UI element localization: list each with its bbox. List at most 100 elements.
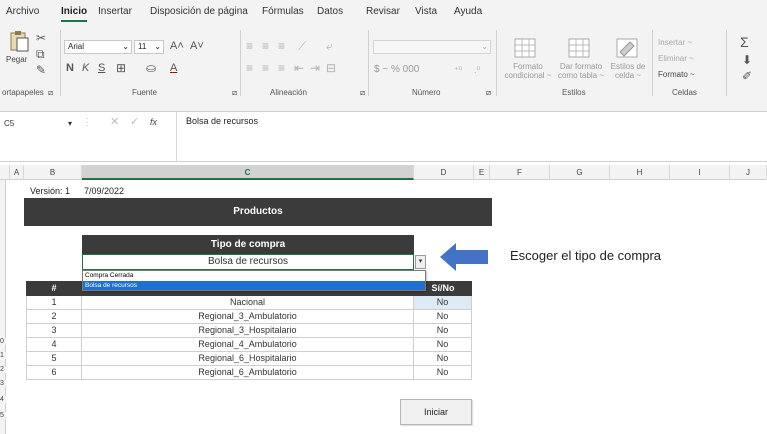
wrap-text-icon[interactable]: ⤶ bbox=[326, 40, 333, 52]
dropdown-option-selected[interactable]: Bolsa de recursos bbox=[83, 281, 425, 290]
conditional-format-button[interactable]: Formato condicional ~ bbox=[500, 62, 556, 80]
fill-icon[interactable]: ⬇ bbox=[742, 54, 752, 66]
decrease-font-icon[interactable]: A˅ bbox=[190, 40, 204, 52]
cell-styles-icon[interactable] bbox=[616, 38, 638, 58]
format-painter-icon[interactable]: ✎ bbox=[36, 64, 46, 76]
row-item[interactable]: Regional_6_Ambulatorio bbox=[82, 366, 414, 380]
row-item[interactable]: Nacional bbox=[82, 296, 414, 310]
purchase-type-cell[interactable]: Bolsa de recursos bbox=[82, 254, 414, 270]
menu-insertar[interactable]: Insertar bbox=[98, 6, 132, 17]
column-header-j[interactable]: J bbox=[730, 165, 767, 180]
menu-inicio[interactable]: Inicio bbox=[61, 6, 88, 22]
row-item[interactable]: Regional_3_Hospitalario bbox=[82, 324, 414, 338]
purchase-type-header[interactable]: Tipo de compra bbox=[82, 235, 414, 254]
cell-styles-button[interactable]: Estilos de celda ~ bbox=[606, 62, 650, 80]
menu-ayuda[interactable]: Ayuda bbox=[454, 6, 482, 17]
column-header-h[interactable]: H bbox=[610, 165, 670, 180]
row-item[interactable]: Regional_3_Ambulatorio bbox=[82, 310, 414, 324]
cancel-icon[interactable]: ✕ bbox=[110, 116, 119, 128]
row-yesno[interactable]: No bbox=[414, 310, 472, 324]
row-yesno[interactable]: No bbox=[414, 366, 472, 380]
number-format-symbols[interactable]: $ ~ % 000 bbox=[374, 64, 419, 75]
align-right-icon[interactable]: ≡ bbox=[278, 62, 285, 74]
row-yesno[interactable]: No bbox=[414, 296, 472, 310]
format-cells-button[interactable]: Formato ~ bbox=[658, 70, 695, 79]
font-size-select[interactable]: 11 ⌄ bbox=[134, 40, 164, 54]
align-left-icon[interactable]: ≡ bbox=[246, 62, 253, 74]
row-header[interactable]: 1 bbox=[0, 352, 6, 359]
paste-label[interactable]: Pegar bbox=[6, 55, 27, 64]
row-yesno[interactable]: No bbox=[414, 352, 472, 366]
copy-icon[interactable]: ⧉ bbox=[36, 48, 45, 60]
row-num[interactable]: 6 bbox=[26, 366, 82, 380]
hint-text[interactable]: Escoger el tipo de compra bbox=[510, 248, 661, 263]
dialog-launcher-icon[interactable]: ⧄ bbox=[486, 88, 491, 98]
products-title[interactable]: Productos bbox=[24, 198, 492, 226]
column-header-f[interactable]: F bbox=[490, 165, 550, 180]
clear-icon[interactable]: ✐ bbox=[742, 70, 752, 82]
name-box[interactable]: C5 ▾ bbox=[4, 117, 74, 131]
dropdown-arrow-button[interactable]: ▾ bbox=[415, 255, 426, 269]
cut-icon[interactable]: ✂ bbox=[36, 32, 46, 44]
increase-font-icon[interactable]: A˄ bbox=[170, 40, 184, 52]
align-top-icon[interactable]: ≡ bbox=[246, 40, 253, 52]
column-header-b[interactable]: B bbox=[24, 165, 82, 180]
menu-disposicion[interactable]: Disposición de página bbox=[150, 6, 248, 17]
row-yesno[interactable]: No bbox=[414, 324, 472, 338]
version-date[interactable]: 7/09/2022 bbox=[84, 186, 124, 196]
formula-input[interactable]: Bolsa de recursos bbox=[186, 116, 258, 126]
paste-icon[interactable] bbox=[8, 30, 32, 52]
row-item[interactable]: Regional_6_Hospitalario bbox=[82, 352, 414, 366]
font-name-select[interactable]: Arial ⌄ bbox=[64, 40, 132, 54]
dropdown-option[interactable]: Compra Cerrada bbox=[83, 271, 425, 281]
format-as-table-icon[interactable] bbox=[568, 38, 590, 58]
row-header[interactable]: 4 bbox=[0, 396, 6, 403]
select-all-corner[interactable] bbox=[0, 165, 10, 180]
dialog-launcher-icon[interactable]: ⧄ bbox=[232, 88, 237, 98]
format-as-table-button[interactable]: Dar formato como tabla ~ bbox=[556, 62, 606, 80]
align-bottom-icon[interactable]: ≡ bbox=[278, 40, 285, 52]
italic-icon[interactable]: K bbox=[82, 62, 89, 74]
underline-icon[interactable]: S bbox=[98, 62, 105, 74]
row-num[interactable]: 3 bbox=[26, 324, 82, 338]
row-num[interactable]: 4 bbox=[26, 338, 82, 352]
decrease-decimal-icon[interactable]: .⁰ bbox=[474, 64, 480, 76]
row-header[interactable]: 3 bbox=[0, 380, 6, 387]
menu-datos[interactable]: Datos bbox=[317, 6, 343, 17]
merge-center-icon[interactable]: ⊟ bbox=[326, 62, 336, 74]
insert-cells-button[interactable]: Insertar ~ bbox=[658, 38, 692, 47]
row-num[interactable]: 1 bbox=[26, 296, 82, 310]
confirm-icon[interactable]: ✓ bbox=[130, 116, 139, 128]
menu-vista[interactable]: Vista bbox=[415, 6, 437, 17]
column-header-i[interactable]: I bbox=[670, 165, 730, 180]
column-header-a[interactable]: A bbox=[10, 165, 24, 180]
conditional-format-icon[interactable] bbox=[514, 38, 536, 58]
menu-formulas[interactable]: Fórmulas bbox=[262, 6, 304, 17]
borders-icon[interactable]: ⊞ bbox=[116, 62, 126, 74]
fill-color-icon[interactable]: ⛀ bbox=[146, 62, 156, 74]
orientation-icon[interactable]: ⟋ bbox=[298, 40, 306, 52]
row-yesno[interactable]: No bbox=[414, 338, 472, 352]
row-num[interactable]: 5 bbox=[26, 352, 82, 366]
align-middle-icon[interactable]: ≡ bbox=[262, 40, 269, 52]
decrease-indent-icon[interactable]: ⇤ bbox=[294, 62, 304, 74]
table-header-num[interactable]: # bbox=[26, 281, 82, 296]
row-header[interactable]: 0 bbox=[0, 338, 6, 345]
align-center-icon[interactable]: ≡ bbox=[262, 62, 269, 74]
increase-decimal-icon[interactable]: ⁺⁰ bbox=[454, 64, 462, 76]
delete-cells-button[interactable]: Eliminar ~ bbox=[658, 54, 694, 63]
column-header-e[interactable]: E bbox=[474, 165, 490, 180]
row-header[interactable]: 5 bbox=[0, 412, 6, 419]
menu-revisar[interactable]: Revisar bbox=[366, 6, 400, 17]
row-header[interactable]: 2 bbox=[0, 366, 6, 373]
row-num[interactable]: 2 bbox=[26, 310, 82, 324]
dialog-launcher-icon[interactable]: ⧄ bbox=[48, 88, 53, 98]
column-header-d[interactable]: D bbox=[414, 165, 474, 180]
increase-indent-icon[interactable]: ⇥ bbox=[310, 62, 320, 74]
insert-function-icon[interactable]: fx bbox=[150, 116, 157, 128]
column-header-c[interactable]: C bbox=[82, 165, 414, 180]
row-item[interactable]: Regional_4_Ambulatorio bbox=[82, 338, 414, 352]
bold-icon[interactable]: N bbox=[66, 62, 74, 74]
version-label[interactable]: Versión: 1 bbox=[30, 186, 70, 196]
dialog-launcher-icon[interactable]: ⧄ bbox=[360, 88, 365, 98]
